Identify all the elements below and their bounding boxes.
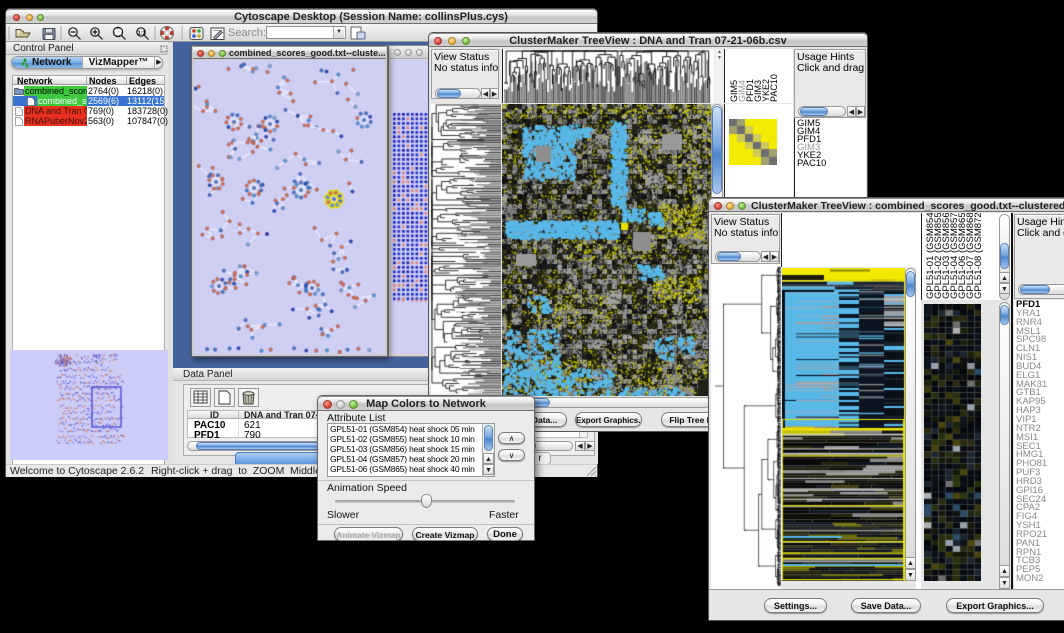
svg-text:1:1: 1:1 xyxy=(138,30,146,36)
